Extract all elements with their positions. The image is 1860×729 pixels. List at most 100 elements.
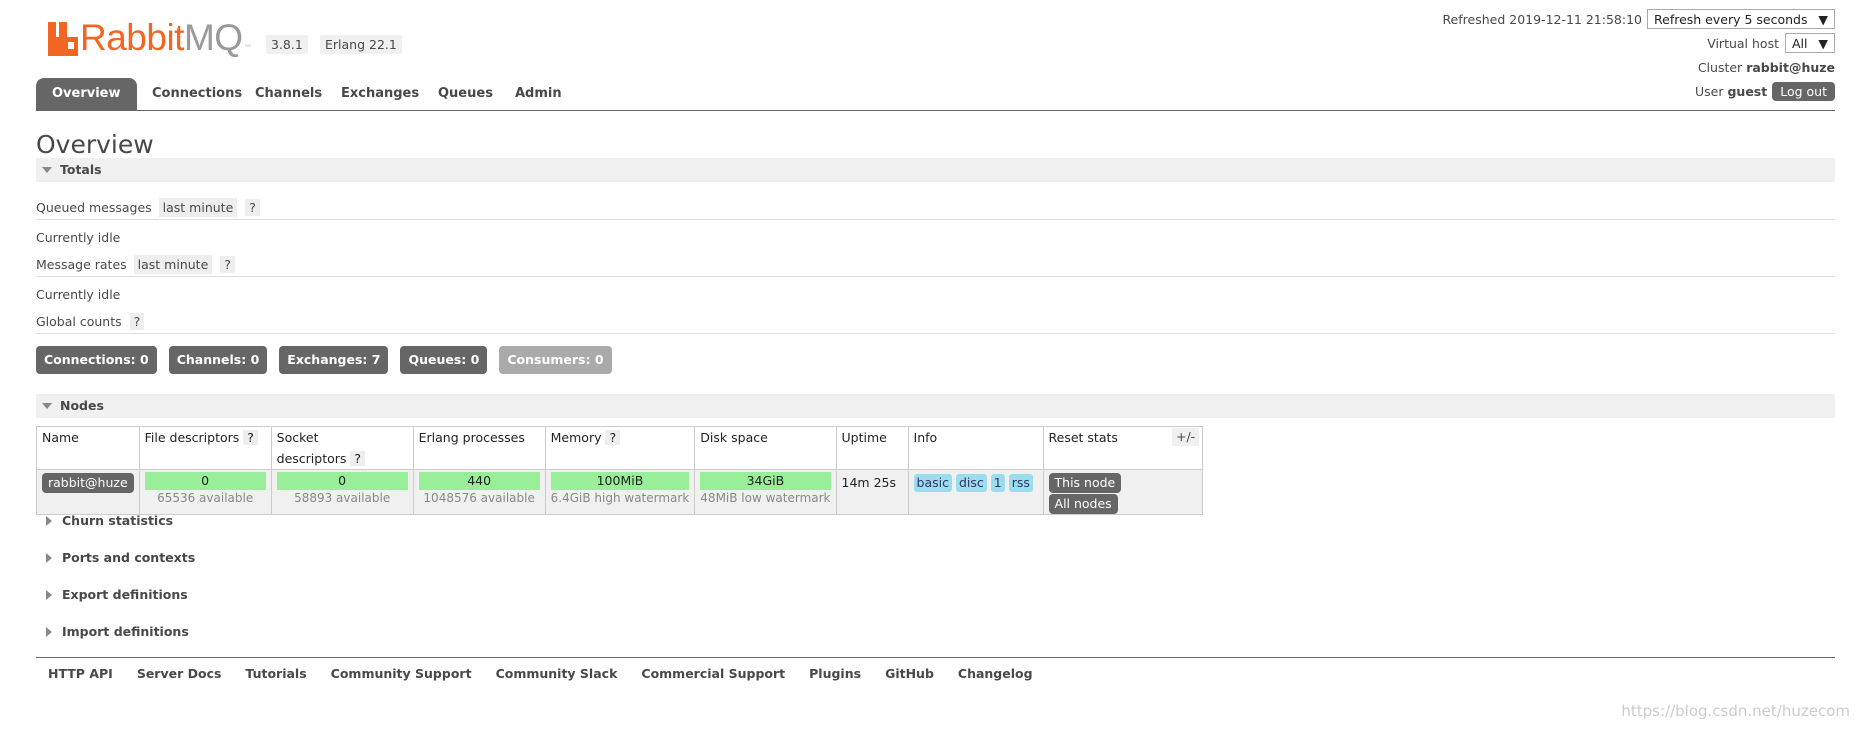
disk-watermark: 48MiB low watermark [700,491,831,505]
footer-link-community-support[interactable]: Community Support [319,666,484,681]
footer-link-changelog[interactable]: Changelog [946,666,1045,681]
refreshed-label: Refreshed 2019-12-11 21:58:10 [1442,11,1642,27]
col-name: Name [36,426,140,470]
cluster-name: rabbit@huze [1746,59,1835,75]
logo-text: RabbitMQ [80,17,243,58]
queues-count-button[interactable]: Queues: 0 [400,346,488,374]
tab-overview[interactable]: Overview [36,78,137,110]
page-title: Overview [36,130,154,159]
col-memory: Memory? [544,426,696,470]
reset-all-nodes-button[interactable]: All nodes [1048,494,1118,514]
footer-link-commercial-support[interactable]: Commercial Support [629,666,797,681]
nodes-title: Nodes [60,398,104,413]
col-file-descriptors: File descriptors? [138,426,272,470]
consumers-count-button[interactable]: Consumers: 0 [499,346,612,374]
rabbit-logo-icon [48,22,78,56]
columns-toggle-button[interactable]: +/- [1172,428,1200,446]
footer-link-http-api[interactable]: HTTP API [36,666,125,681]
totals-section-toggle[interactable]: Totals [36,158,1835,182]
footer-link-github[interactable]: GitHub [873,666,946,681]
tab-exchanges[interactable]: Exchanges [325,78,435,110]
ep-available: 1048576 available [423,491,535,505]
info-cell: basic disc 1 rss [907,469,1044,515]
fd-cell: 0 65536 available [138,469,272,515]
fd-bar: 0 [144,472,266,490]
tab-channels[interactable]: Channels [239,78,338,110]
queued-help-button[interactable]: ? [245,199,260,216]
footer-link-plugins[interactable]: Plugins [797,666,873,681]
fd-help-button[interactable]: ? [243,430,258,445]
disk-cell: 34GiB 48MiB low watermark [694,469,837,515]
export-definitions-toggle[interactable]: Export definitions [36,583,188,607]
nodes-table: Name File descriptors? Socket descriptor… [36,426,1203,515]
col-disk-space: Disk space [694,426,837,470]
col-info: Info [907,426,1044,470]
message-rates-row: Message rates last minute ? [36,254,1835,277]
ep-bar: 440 [418,472,540,490]
refresh-select-value: Refresh every 5 seconds [1654,11,1808,27]
sd-available: 58893 available [294,491,391,505]
triangle-right-icon [46,516,52,526]
footer-links: HTTP API Server Docs Tutorials Community… [36,657,1835,681]
tab-admin[interactable]: Admin [499,78,578,110]
node-link[interactable]: rabbit@huze [42,473,134,493]
message-rates-label: Message rates [36,257,127,272]
info-tag-disc: disc [955,474,987,492]
col-erlang-processes: Erlang processes [412,426,546,470]
footer-link-community-slack[interactable]: Community Slack [484,666,630,681]
rates-state: Currently idle [36,287,121,302]
sd-help-button[interactable]: ? [350,451,366,466]
footer-link-tutorials[interactable]: Tutorials [233,666,318,681]
memory-cell: 100MiB 6.4GiB high watermark [544,469,696,515]
tab-queues[interactable]: Queues [422,78,509,110]
global-help-button[interactable]: ? [129,313,145,330]
triangle-right-icon [46,590,52,600]
reset-cell: This nodeAll nodes [1042,469,1203,515]
global-counts: Connections: 0 Channels: 0 Exchanges: 7 … [36,346,624,374]
watermark: https://blog.csdn.net/huzecom [1621,702,1850,720]
exchanges-count-button[interactable]: Exchanges: 7 [279,346,389,374]
erlang-version: Erlang 22.1 [320,35,402,54]
rates-help-button[interactable]: ? [220,256,235,273]
info-tag-count: 1 [990,474,1005,492]
logo-tm: ™ [243,44,253,54]
vhost-select[interactable]: All ▼ [1785,33,1835,53]
ep-cell: 440 1048576 available [412,469,546,515]
cluster-label: Cluster [1697,59,1743,75]
nodes-header-row: Name File descriptors? Socket descriptor… [36,426,1203,470]
vhost-select-value: All [1792,35,1808,51]
memory-help-button[interactable]: ? [605,430,621,445]
table-row: rabbit@huze 0 65536 available 0 58893 avai… [36,469,1203,515]
global-counts-row: Global counts ? [36,311,1835,334]
churn-statistics-toggle[interactable]: Churn statistics [36,509,173,533]
triangle-right-icon [46,627,52,637]
sd-bar: 0 [276,472,408,490]
memory-bar: 100MiB [550,472,690,490]
memory-watermark: 6.4GiB high watermark [550,491,690,505]
uptime-cell: 14m 25s [835,469,909,515]
fd-available: 65536 available [157,491,254,505]
refresh-interval-select[interactable]: Refresh every 5 seconds ▼ [1647,9,1835,29]
dropdown-arrow-icon: ▼ [1818,11,1828,27]
triangle-right-icon [46,553,52,563]
rates-range-selector[interactable]: last minute [133,255,213,274]
global-counts-label: Global counts [36,314,122,329]
queued-state: Currently idle [36,230,121,245]
page: RabbitMQ ™ 3.8.1 Erlang 22.1 Refreshed 2… [36,0,1835,729]
reset-this-node-button[interactable]: This node [1048,473,1122,493]
connections-count-button[interactable]: Connections: 0 [36,346,157,374]
channels-count-button[interactable]: Channels: 0 [168,346,268,374]
ports-contexts-toggle[interactable]: Ports and contexts [36,546,195,570]
import-definitions-toggle[interactable]: Import definitions [36,620,189,644]
rabbitmq-version: 3.8.1 [266,35,308,54]
nodes-section-toggle[interactable]: Nodes [36,394,1835,418]
col-uptime: Uptime [835,426,909,470]
vhost-label: Virtual host [1707,35,1779,51]
col-socket-descriptors: Socket descriptors? [270,426,414,470]
footer-link-server-docs[interactable]: Server Docs [125,666,234,681]
queued-messages-row: Queued messages last minute ? [36,197,1835,220]
sd-cell: 0 58893 available [270,469,414,515]
queued-range-selector[interactable]: last minute [158,198,238,217]
rabbitmq-logo[interactable]: RabbitMQ ™ [48,18,253,56]
info-tag-rss: rss [1008,474,1033,492]
